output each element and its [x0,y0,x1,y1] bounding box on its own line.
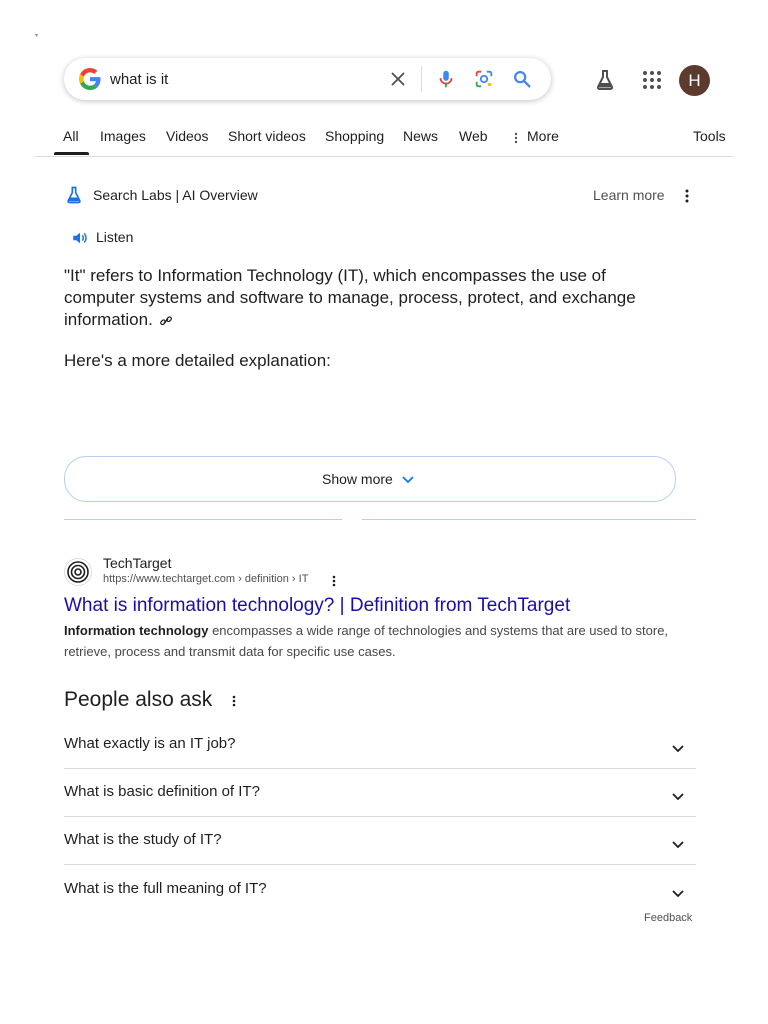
search-input[interactable] [110,68,380,90]
clear-icon[interactable] [387,68,409,90]
lens-icon[interactable] [473,68,495,90]
tabs-divider [35,156,733,157]
paa-divider [64,816,696,817]
feedback-link[interactable]: Feedback [644,912,692,924]
ai-overview-paragraph: "It" refers to Information Technology (I… [64,266,636,329]
tab-videos[interactable]: Videos [166,128,209,144]
tab-more[interactable]: More [527,128,559,144]
listen-button[interactable]: Listen [96,229,133,245]
snippet-bold: Information technology [64,623,209,638]
more-vert-icon[interactable] [330,573,338,589]
search-tabs: All Images Videos Short videos Shopping … [0,120,768,156]
paa-question-text: What exactly is an IT job? [64,735,236,752]
paa-divider [64,768,696,769]
ai-overview-header: Search Labs | AI Overview [93,187,258,203]
show-more-button[interactable]: Show more [64,456,676,502]
apps-grid-icon[interactable] [640,68,664,92]
paa-question[interactable]: What is the full meaning of IT? [64,880,696,928]
chevron-down-icon [672,793,684,801]
tab-images[interactable]: Images [100,128,146,144]
chevron-down-icon [672,890,684,898]
paa-question[interactable]: What exactly is an IT job? [64,735,696,783]
site-favicon[interactable] [64,558,92,586]
paa-question-text: What is the full meaning of IT? [64,880,267,897]
more-vert-icon[interactable] [679,186,695,206]
ai-overview-text: "It" refers to Information Technology (I… [64,265,674,331]
labs-flask-icon[interactable] [593,68,617,92]
learn-more-link[interactable]: Learn more [593,187,665,203]
paa-question-text: What is basic definition of IT? [64,783,260,800]
chevron-down-icon [672,841,684,849]
paa-question-text: What is the study of IT? [64,831,222,848]
paa-divider [64,864,696,865]
search-bar-separator [421,66,422,92]
tab-short-videos[interactable]: Short videos [228,128,306,144]
result-url[interactable]: https://www.techtarget.com › definition … [103,573,308,585]
active-tab-indicator [54,152,89,155]
ai-overview-subheading: Here's a more detailed explanation: [64,351,331,370]
tab-shopping[interactable]: Shopping [325,128,384,144]
avatar[interactable]: H [679,65,710,96]
result-site-name[interactable]: TechTarget [103,555,171,571]
result-snippet: Information technology encompasses a wid… [64,620,704,662]
paa-question[interactable]: What is basic definition of IT? [64,783,696,831]
corner-mark: ▾ [35,33,39,39]
more-vert-icon[interactable] [230,692,238,710]
tab-news[interactable]: News [403,128,438,144]
paa-question[interactable]: What is the study of IT? [64,831,696,879]
overview-fade-line [64,519,342,520]
tab-all[interactable]: All [63,128,79,144]
result-title-link[interactable]: What is information technology? | Defini… [64,595,570,617]
show-more-label: Show more [322,471,393,487]
voice-search-icon[interactable] [435,68,457,90]
search-bar[interactable] [64,58,551,100]
overview-fade-line [362,519,696,520]
tools-button[interactable]: Tools [693,128,726,144]
speaker-icon[interactable] [71,229,89,247]
google-logo-icon [79,68,101,90]
labs-flask-icon [67,186,81,204]
chevron-down-icon [672,745,684,753]
more-vert-icon [514,132,518,144]
search-icon[interactable] [511,68,533,90]
people-also-ask-title: People also ask [64,688,213,711]
link-icon[interactable] [159,315,173,327]
techtarget-logo-icon [67,561,89,583]
tab-web[interactable]: Web [459,128,488,144]
chevron-down-icon [402,476,414,484]
